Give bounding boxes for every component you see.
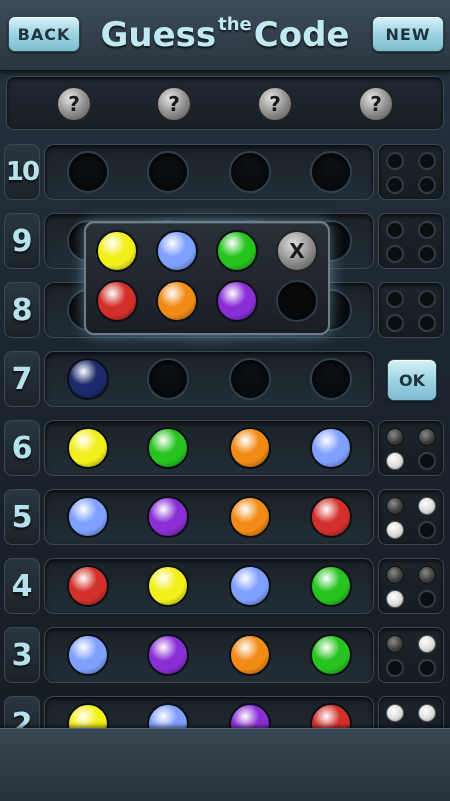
feedback-white-dot bbox=[386, 704, 404, 722]
title-word-code: Code bbox=[253, 15, 350, 55]
feedback-white-dot bbox=[418, 497, 436, 515]
row-number: 3 bbox=[4, 627, 40, 683]
row-number: 6 bbox=[4, 420, 40, 476]
feedback-black-dot bbox=[386, 497, 404, 515]
green-color-option[interactable] bbox=[216, 230, 258, 272]
ok-button[interactable]: OK bbox=[387, 359, 437, 401]
feedback-empty-dot bbox=[386, 314, 404, 332]
app-title: Guess the Code bbox=[100, 10, 350, 60]
feedback-black-dot bbox=[386, 428, 404, 446]
blue-color-option[interactable] bbox=[156, 230, 198, 272]
empty-peg-slot bbox=[67, 151, 109, 193]
purple-peg bbox=[147, 634, 189, 676]
blue-peg bbox=[310, 427, 352, 469]
feedback-black-dot bbox=[386, 566, 404, 584]
purple-color-option[interactable] bbox=[216, 280, 258, 322]
guess-row bbox=[44, 558, 374, 614]
red-color-option[interactable] bbox=[96, 280, 138, 322]
blue-peg bbox=[67, 634, 109, 676]
feedback-empty-dot bbox=[418, 659, 436, 677]
empty-peg-slot bbox=[229, 151, 271, 193]
feedback-panel bbox=[378, 213, 444, 269]
yellow-color-option[interactable] bbox=[96, 230, 138, 272]
secret-peg-3: ? bbox=[257, 86, 293, 122]
feedback-empty-dot bbox=[418, 314, 436, 332]
feedback-empty-dot bbox=[386, 176, 404, 194]
guess-row[interactable] bbox=[44, 351, 374, 407]
feedback-white-dot bbox=[386, 452, 404, 470]
feedback-empty-dot bbox=[418, 221, 436, 239]
blue-peg bbox=[67, 496, 109, 538]
secret-code-panel: ? ? ? ? bbox=[6, 76, 444, 130]
row-number: 9 bbox=[4, 213, 40, 269]
row-number: 5 bbox=[4, 489, 40, 545]
green-peg bbox=[147, 427, 189, 469]
feedback-empty-dot bbox=[386, 245, 404, 263]
back-button[interactable]: BACK bbox=[8, 16, 80, 52]
feedback-white-dot bbox=[418, 704, 436, 722]
close-picker-button[interactable]: X bbox=[276, 230, 318, 272]
title-word-guess: Guess bbox=[100, 15, 217, 55]
yellow-peg bbox=[67, 427, 109, 469]
yellow-peg bbox=[147, 565, 189, 607]
clear-color-option[interactable] bbox=[276, 280, 318, 322]
orange-peg bbox=[229, 427, 271, 469]
feedback-panel bbox=[378, 489, 444, 545]
empty-peg-slot[interactable] bbox=[229, 358, 271, 400]
row-number: 7 bbox=[4, 351, 40, 407]
feedback-empty-dot bbox=[418, 290, 436, 308]
feedback-black-dot bbox=[418, 566, 436, 584]
feedback-empty-dot bbox=[418, 521, 436, 539]
orange-peg bbox=[229, 634, 271, 676]
guess-row bbox=[44, 420, 374, 476]
empty-peg-slot bbox=[147, 151, 189, 193]
feedback-empty-dot bbox=[386, 659, 404, 677]
feedback-white-dot bbox=[386, 590, 404, 608]
secret-peg-2: ? bbox=[156, 86, 192, 122]
feedback-empty-dot bbox=[418, 590, 436, 608]
feedback-panel bbox=[378, 282, 444, 338]
feedback-empty-dot bbox=[386, 290, 404, 308]
green-peg bbox=[310, 634, 352, 676]
feedback-empty-dot bbox=[418, 452, 436, 470]
green-peg bbox=[310, 565, 352, 607]
navy-peg[interactable] bbox=[67, 358, 109, 400]
feedback-white-dot bbox=[386, 521, 404, 539]
row-number: 10 bbox=[4, 144, 40, 200]
feedback-panel bbox=[378, 558, 444, 614]
feedback-empty-dot bbox=[386, 221, 404, 239]
new-game-button[interactable]: NEW bbox=[372, 16, 444, 52]
feedback-black-dot bbox=[418, 428, 436, 446]
empty-peg-slot[interactable] bbox=[147, 358, 189, 400]
row-number: 8 bbox=[4, 282, 40, 338]
orange-peg bbox=[229, 496, 271, 538]
title-word-the: the bbox=[218, 13, 252, 35]
feedback-black-dot bbox=[386, 635, 404, 653]
orange-color-option[interactable] bbox=[156, 280, 198, 322]
feedback-panel bbox=[378, 420, 444, 476]
header-bar: BACK Guess the Code NEW bbox=[0, 0, 450, 71]
feedback-empty-dot bbox=[418, 152, 436, 170]
feedback-empty-dot bbox=[418, 176, 436, 194]
empty-peg-slot[interactable] bbox=[310, 358, 352, 400]
red-peg bbox=[67, 565, 109, 607]
guess-row bbox=[44, 627, 374, 683]
secret-peg-1: ? bbox=[56, 86, 92, 122]
secret-peg-4: ? bbox=[358, 86, 394, 122]
row-number: 4 bbox=[4, 558, 40, 614]
blue-peg bbox=[229, 565, 271, 607]
feedback-panel bbox=[378, 627, 444, 683]
red-peg bbox=[310, 496, 352, 538]
empty-peg-slot bbox=[310, 151, 352, 193]
feedback-empty-dot bbox=[386, 152, 404, 170]
guess-row bbox=[44, 144, 374, 200]
guess-row bbox=[44, 489, 374, 545]
feedback-white-dot bbox=[418, 635, 436, 653]
color-picker-popup: X bbox=[84, 221, 330, 335]
feedback-panel bbox=[378, 144, 444, 200]
bottom-bar bbox=[0, 728, 450, 801]
feedback-empty-dot bbox=[418, 245, 436, 263]
purple-peg bbox=[147, 496, 189, 538]
